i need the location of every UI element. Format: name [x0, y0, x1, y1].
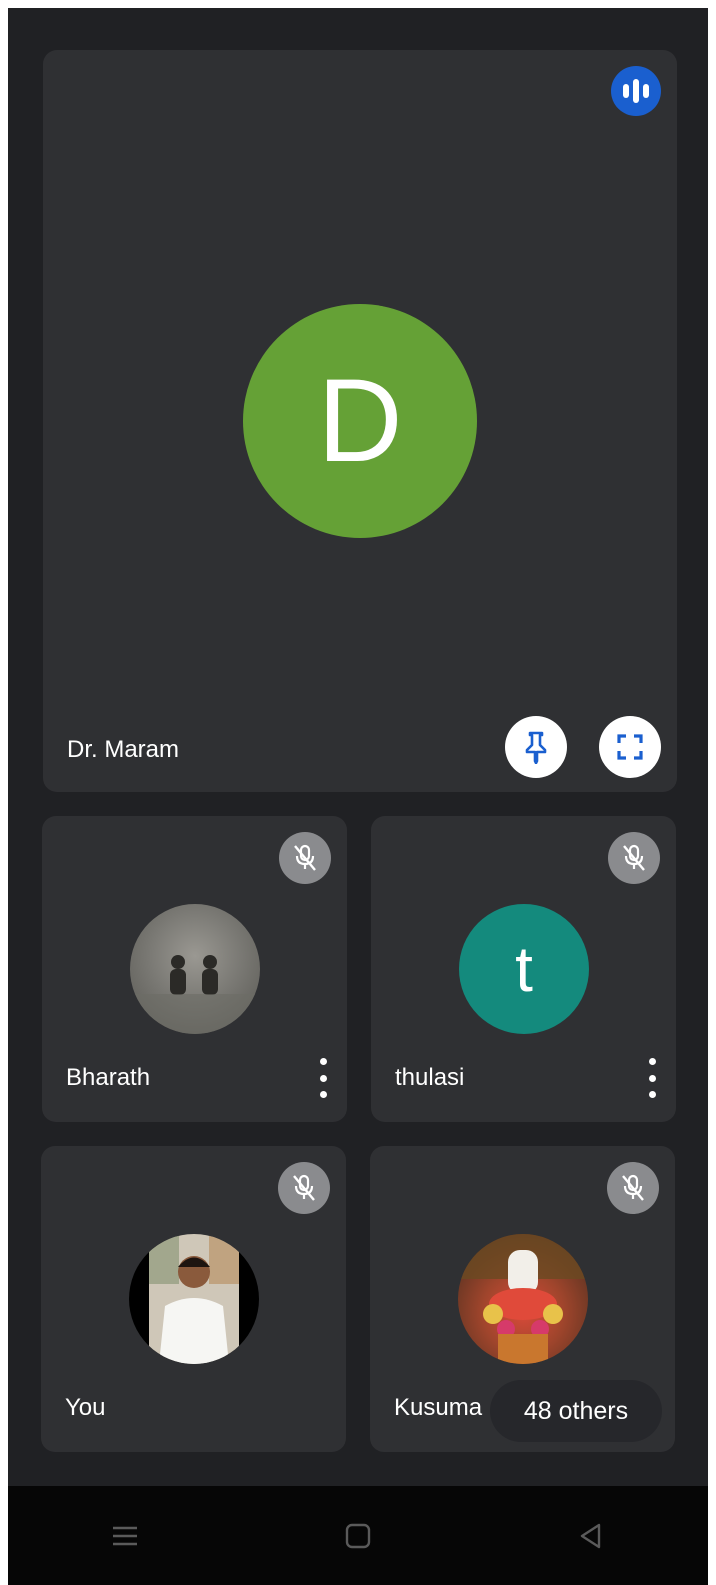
- menu-icon: [112, 1526, 137, 1545]
- home-button[interactable]: [318, 1506, 398, 1566]
- audio-wave-icon: [611, 66, 661, 116]
- mic-off-icon: [279, 832, 331, 884]
- main-participant-name: Dr. Maram: [67, 736, 180, 763]
- participant-tile-bharath[interactable]: Bharath: [42, 816, 347, 1122]
- participant-name: thulasi: [395, 1064, 465, 1091]
- more-options-button[interactable]: [315, 1058, 331, 1098]
- menu-button[interactable]: [85, 1506, 165, 1566]
- pin-button[interactable]: [505, 716, 567, 778]
- main-participant-tile[interactable]: D Dr. Maram: [43, 50, 677, 792]
- participant-name: You: [65, 1394, 106, 1421]
- mic-off-icon: [608, 832, 660, 884]
- avatar: [129, 1234, 259, 1364]
- participant-name: Kusuma: [394, 1394, 483, 1421]
- back-button[interactable]: [551, 1506, 631, 1566]
- pin-icon: [525, 731, 547, 764]
- fullscreen-icon: [617, 734, 643, 760]
- main-participant-avatar: D: [243, 304, 477, 538]
- mic-off-icon: [607, 1162, 659, 1214]
- meet-screen: D Dr. Maram Bharath t thulasi You Kusuma…: [8, 8, 708, 1585]
- avatar: [130, 904, 260, 1034]
- system-nav-bar: [8, 1486, 708, 1585]
- more-options-button[interactable]: [644, 1058, 660, 1098]
- avatar: t: [459, 904, 589, 1034]
- home-icon: [345, 1523, 371, 1548]
- participant-name: Bharath: [66, 1064, 151, 1091]
- mic-off-icon: [278, 1162, 330, 1214]
- avatar: [458, 1234, 588, 1364]
- participant-tile-you[interactable]: You: [41, 1146, 346, 1452]
- others-count-button[interactable]: 48 others: [490, 1380, 662, 1442]
- fullscreen-button[interactable]: [599, 716, 661, 778]
- back-icon: [581, 1523, 601, 1548]
- participant-tile-thulasi[interactable]: t thulasi: [371, 816, 676, 1122]
